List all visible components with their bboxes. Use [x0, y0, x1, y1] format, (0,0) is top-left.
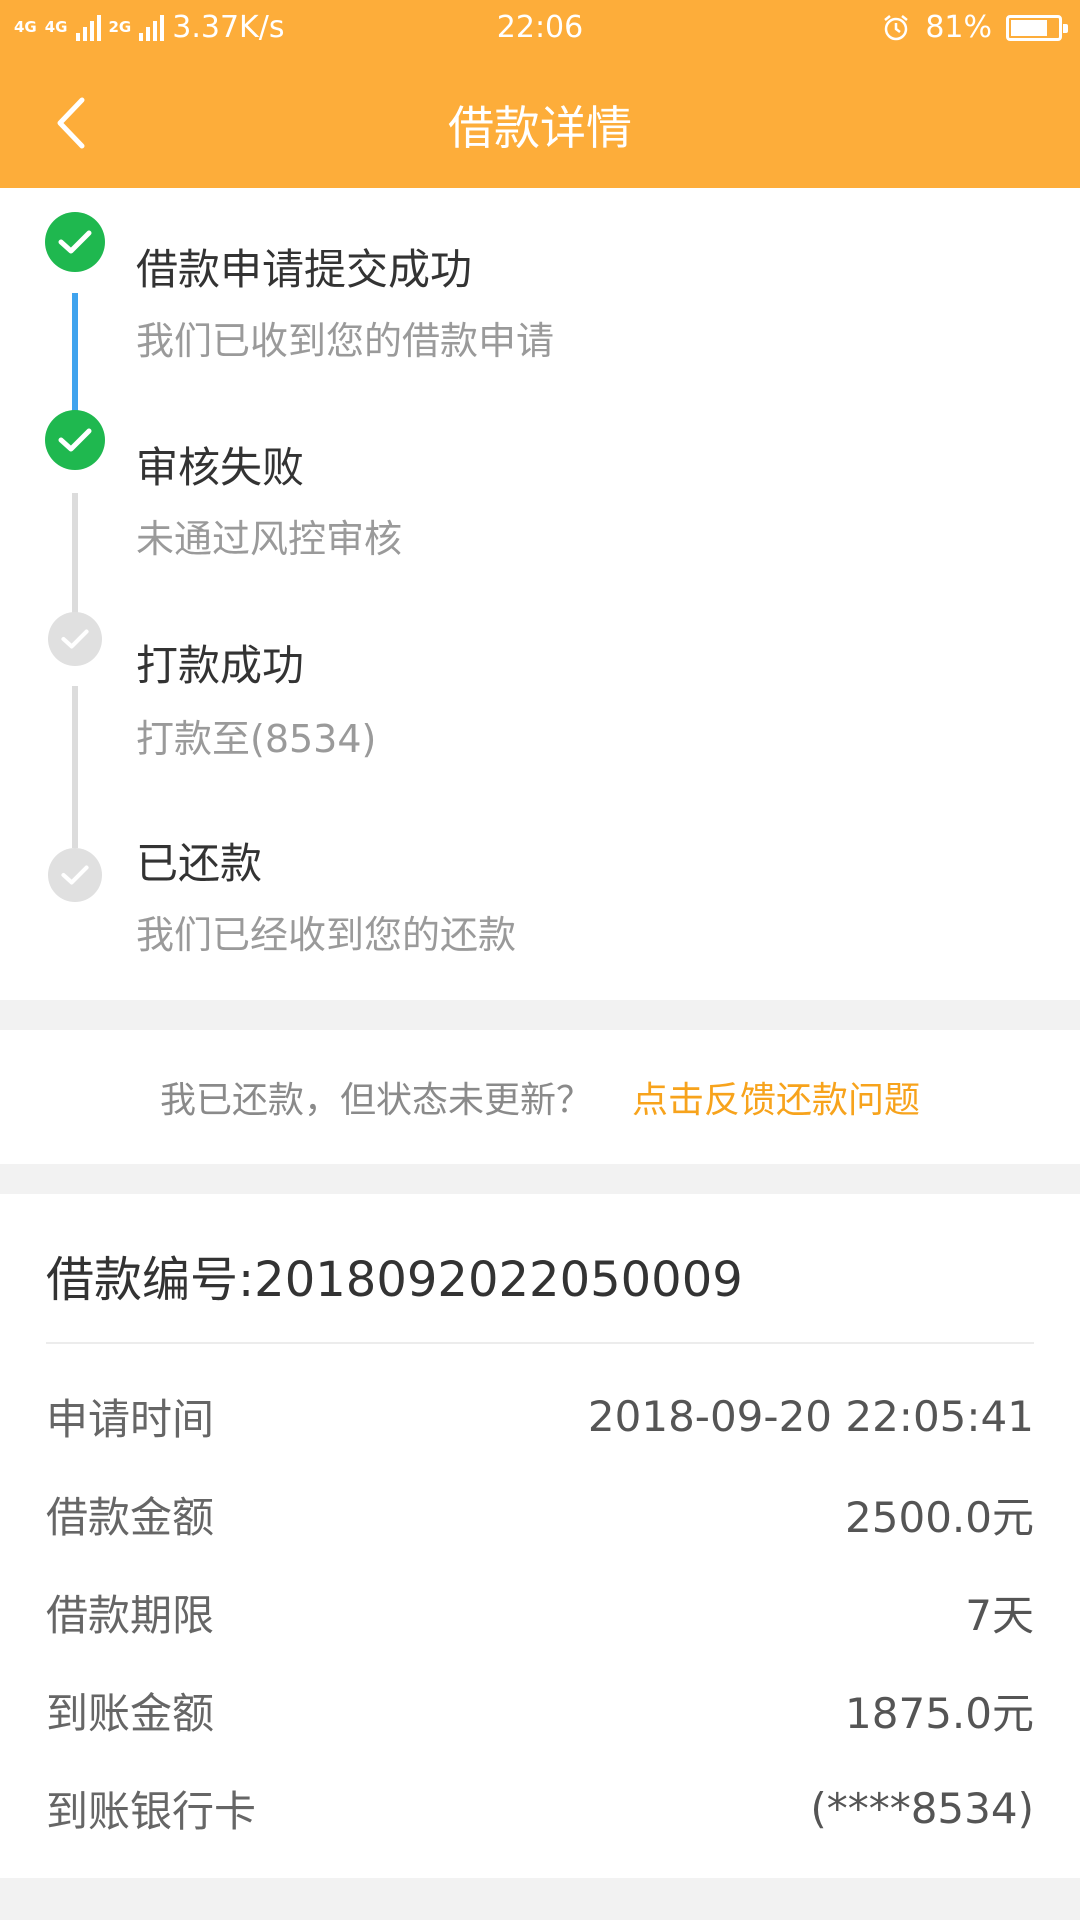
detail-value: 7天	[965, 1590, 1034, 1640]
detail-value: 2500.0元	[845, 1492, 1034, 1542]
detail-label: 到账金额	[46, 1688, 215, 1738]
loan-status-timeline: 借款申请提交成功 我们已收到您的借款申请 审核失败 未通过风控审核 打款成功 打…	[0, 188, 1080, 1000]
timeline-line	[72, 686, 78, 848]
alarm-icon	[884, 14, 909, 40]
step-2-title: 审核失败	[136, 443, 305, 492]
feedback-question: 我已还款，但状态未更新？	[159, 1080, 592, 1121]
step-4-title: 已还款	[136, 839, 263, 888]
feedback-link[interactable]: 点击反馈还款问题	[632, 1071, 920, 1123]
step-2-check-icon	[45, 410, 105, 470]
status-bar: 4G 4G 2G 3.37K/s 22:06 81%	[0, 0, 1080, 58]
loan-detail-card: 借款编号:2018092022050009 申请时间 2018-09-20 22…	[0, 1194, 1080, 1878]
battery-percent: 81%	[925, 10, 992, 45]
detail-value: 2018-09-20 22:05:41	[587, 1391, 1034, 1441]
detail-row-loan-amount: 借款金额 2500.0元	[46, 1484, 1034, 1544]
step-4-desc: 我们已经收到您的还款	[136, 913, 517, 957]
detail-row-loan-term: 借款期限 7天	[46, 1582, 1034, 1642]
divider	[46, 1342, 1034, 1344]
step-3-check-icon	[48, 612, 102, 666]
step-2-desc: 未通过风控审核	[136, 517, 403, 561]
battery-icon	[1006, 14, 1068, 41]
step-3-title: 打款成功	[136, 641, 305, 690]
detail-row-bank-card: 到账银行卡 (****8534)	[46, 1778, 1034, 1838]
battery-fill	[1011, 19, 1047, 36]
detail-row-received-amount: 到账金额 1875.0元	[46, 1680, 1034, 1740]
repayment-feedback-bar: 我已还款，但状态未更新？ 点击反馈还款问题	[0, 1030, 1080, 1164]
detail-value: 1875.0元	[845, 1688, 1034, 1738]
page-title: 借款详情	[448, 101, 632, 155]
detail-value: (****8534)	[810, 1783, 1034, 1833]
step-4-check-icon	[48, 848, 102, 902]
detail-row-apply-time: 申请时间 2018-09-20 22:05:41	[46, 1386, 1034, 1446]
detail-label: 申请时间	[46, 1394, 215, 1444]
loan-number: 借款编号:2018092022050009	[46, 1252, 743, 1308]
step-1-desc: 我们已收到您的借款申请	[136, 319, 555, 363]
step-3-desc: 打款至(8534)	[136, 717, 377, 761]
step-1-title: 借款申请提交成功	[136, 245, 473, 294]
nav-bar: 借款详情	[0, 58, 1080, 188]
detail-label: 借款期限	[46, 1590, 215, 1640]
detail-label: 到账银行卡	[46, 1786, 257, 1836]
detail-label: 借款金额	[46, 1492, 215, 1542]
step-1-check-icon	[45, 212, 105, 272]
